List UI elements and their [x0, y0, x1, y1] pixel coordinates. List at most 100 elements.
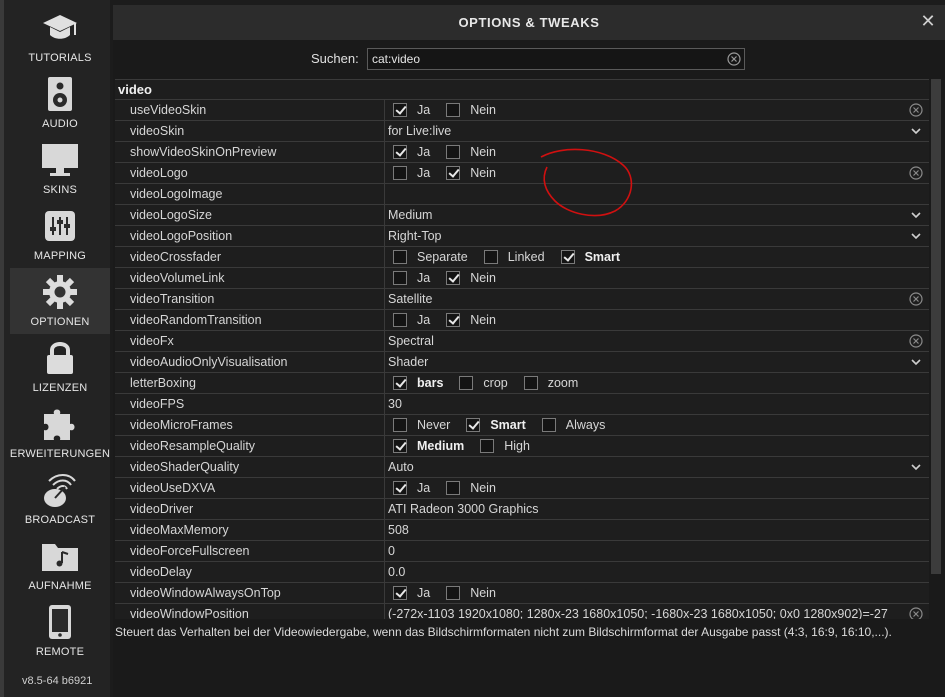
- option-choice[interactable]: crop: [453, 373, 513, 393]
- option-choices: Medium High: [387, 436, 927, 456]
- option-choice[interactable]: Ja: [387, 583, 436, 603]
- chevron-down-icon[interactable]: [911, 208, 921, 227]
- column-divider: [384, 520, 385, 540]
- option-name: letterBoxing: [130, 376, 197, 390]
- reset-icon[interactable]: [909, 334, 923, 348]
- option-choice[interactable]: High: [474, 436, 536, 456]
- option-choice[interactable]: Separate: [387, 247, 474, 267]
- option-choice[interactable]: Ja: [387, 268, 436, 288]
- option-select-value[interactable]: Right-Top: [387, 226, 928, 246]
- option-row: videoVolumeLink Ja Nein: [115, 268, 929, 289]
- checkbox-unchecked[interactable]: [393, 313, 407, 327]
- scrollbar[interactable]: [931, 79, 941, 574]
- reset-icon[interactable]: [909, 292, 923, 306]
- dialog-title: OPTIONS & TWEAKS: [458, 15, 600, 30]
- chevron-down-icon[interactable]: [911, 229, 921, 248]
- option-row: videoWindowAlwaysOnTop Ja Nein: [115, 583, 929, 604]
- sidebar-item-label: OPTIONEN: [30, 316, 90, 328]
- option-value[interactable]: 0.0: [387, 562, 928, 582]
- checkbox-unchecked[interactable]: [393, 166, 407, 180]
- checkbox-checked[interactable]: [393, 145, 407, 159]
- option-value[interactable]: (-272x-1103 1920x1080; 1280x-23 1680x105…: [387, 604, 928, 619]
- option-value[interactable]: 508: [387, 520, 928, 540]
- sidebar-item-broadcast[interactable]: BROADCAST: [10, 466, 110, 532]
- checkbox-unchecked[interactable]: [393, 418, 407, 432]
- search-field[interactable]: [367, 48, 745, 70]
- reset-icon[interactable]: [909, 103, 923, 117]
- checkbox-checked[interactable]: [393, 586, 407, 600]
- checkbox-unchecked[interactable]: [446, 145, 461, 159]
- sidebar-item-audio[interactable]: AUDIO: [10, 70, 110, 136]
- checkbox-unchecked[interactable]: [446, 103, 461, 117]
- option-name: videoLogoPosition: [130, 229, 233, 243]
- option-choice[interactable]: Nein: [440, 142, 502, 162]
- option-value[interactable]: Satellite: [387, 289, 928, 309]
- sidebar-item-skins[interactable]: SKINS: [10, 136, 110, 202]
- checkbox-checked[interactable]: [446, 166, 461, 180]
- checkbox-checked[interactable]: [393, 481, 407, 495]
- option-choice[interactable]: Nein: [440, 163, 502, 183]
- checkbox-checked[interactable]: [393, 103, 407, 117]
- option-choice[interactable]: Ja: [387, 142, 436, 162]
- chevron-down-icon[interactable]: [911, 355, 921, 374]
- checkbox-checked[interactable]: [393, 439, 407, 453]
- sidebar-item-tutorials[interactable]: TUTORIALS: [10, 4, 110, 70]
- sidebar-item-erweiterungen[interactable]: ERWEITERUNGEN: [10, 400, 110, 466]
- option-choice[interactable]: Nein: [440, 100, 502, 120]
- reset-icon[interactable]: [909, 166, 923, 180]
- checkbox-checked[interactable]: [560, 250, 575, 264]
- option-choice[interactable]: Always: [536, 415, 612, 435]
- close-button[interactable]: ✕: [919, 11, 937, 31]
- checkbox-checked[interactable]: [446, 271, 461, 285]
- checkbox-unchecked[interactable]: [446, 586, 461, 600]
- option-choice[interactable]: bars: [387, 373, 449, 393]
- option-choice[interactable]: Smart: [460, 415, 531, 435]
- option-value[interactable]: 30: [387, 394, 928, 414]
- option-select-value[interactable]: Auto: [387, 457, 928, 477]
- option-choice[interactable]: Nein: [440, 478, 502, 498]
- sidebar-item-lizenzen[interactable]: LIZENZEN: [10, 334, 110, 400]
- option-choice[interactable]: Nein: [440, 268, 502, 288]
- option-choice[interactable]: Linked: [478, 247, 551, 267]
- option-select-value[interactable]: Medium: [387, 205, 928, 225]
- chevron-down-icon[interactable]: [911, 460, 921, 479]
- option-row: videoLogo Ja Nein: [115, 163, 929, 184]
- reset-icon[interactable]: [909, 607, 923, 619]
- option-choice[interactable]: Ja: [387, 163, 436, 183]
- sidebar-item-mapping[interactable]: MAPPING: [10, 202, 110, 268]
- checkbox-unchecked[interactable]: [523, 376, 538, 390]
- option-choice[interactable]: Ja: [387, 100, 436, 120]
- checkbox-unchecked[interactable]: [446, 481, 461, 495]
- option-choice[interactable]: Nein: [440, 583, 502, 603]
- option-choice[interactable]: Nein: [440, 310, 502, 330]
- checkbox-unchecked[interactable]: [541, 418, 556, 432]
- chevron-down-icon[interactable]: [911, 124, 921, 143]
- sidebar-item-optionen[interactable]: OPTIONEN: [10, 268, 110, 334]
- checkbox-checked[interactable]: [446, 313, 461, 327]
- checkbox-unchecked[interactable]: [480, 439, 495, 453]
- checkbox-unchecked[interactable]: [393, 271, 407, 285]
- option-value[interactable]: Spectral: [387, 331, 928, 351]
- checkbox-checked[interactable]: [393, 376, 407, 390]
- option-choice[interactable]: Ja: [387, 478, 436, 498]
- option-choice[interactable]: Never: [387, 415, 456, 435]
- option-value[interactable]: [387, 184, 928, 204]
- sidebar-item-remote[interactable]: REMOTE: [10, 598, 110, 664]
- option-choice[interactable]: Ja: [387, 310, 436, 330]
- search-input[interactable]: [368, 49, 712, 69]
- sidebar-item-aufnahme[interactable]: AUFNAHME: [10, 532, 110, 598]
- option-select-value[interactable]: for Live:live: [387, 121, 928, 141]
- checkbox-unchecked[interactable]: [459, 376, 474, 390]
- checkbox-checked[interactable]: [466, 418, 481, 432]
- checkbox-unchecked[interactable]: [483, 250, 498, 264]
- option-choice[interactable]: Smart: [555, 247, 626, 267]
- option-choice[interactable]: zoom: [518, 373, 585, 393]
- option-choice[interactable]: Medium: [387, 436, 470, 456]
- choice-label: Ja: [417, 271, 431, 285]
- checkbox-unchecked[interactable]: [393, 250, 407, 264]
- clear-search-icon[interactable]: [727, 52, 741, 66]
- option-value[interactable]: 0: [387, 541, 928, 561]
- choice-label: Ja: [417, 313, 431, 327]
- option-select-value[interactable]: Shader: [387, 352, 928, 372]
- option-value[interactable]: ATI Radeon 3000 Graphics: [387, 499, 928, 519]
